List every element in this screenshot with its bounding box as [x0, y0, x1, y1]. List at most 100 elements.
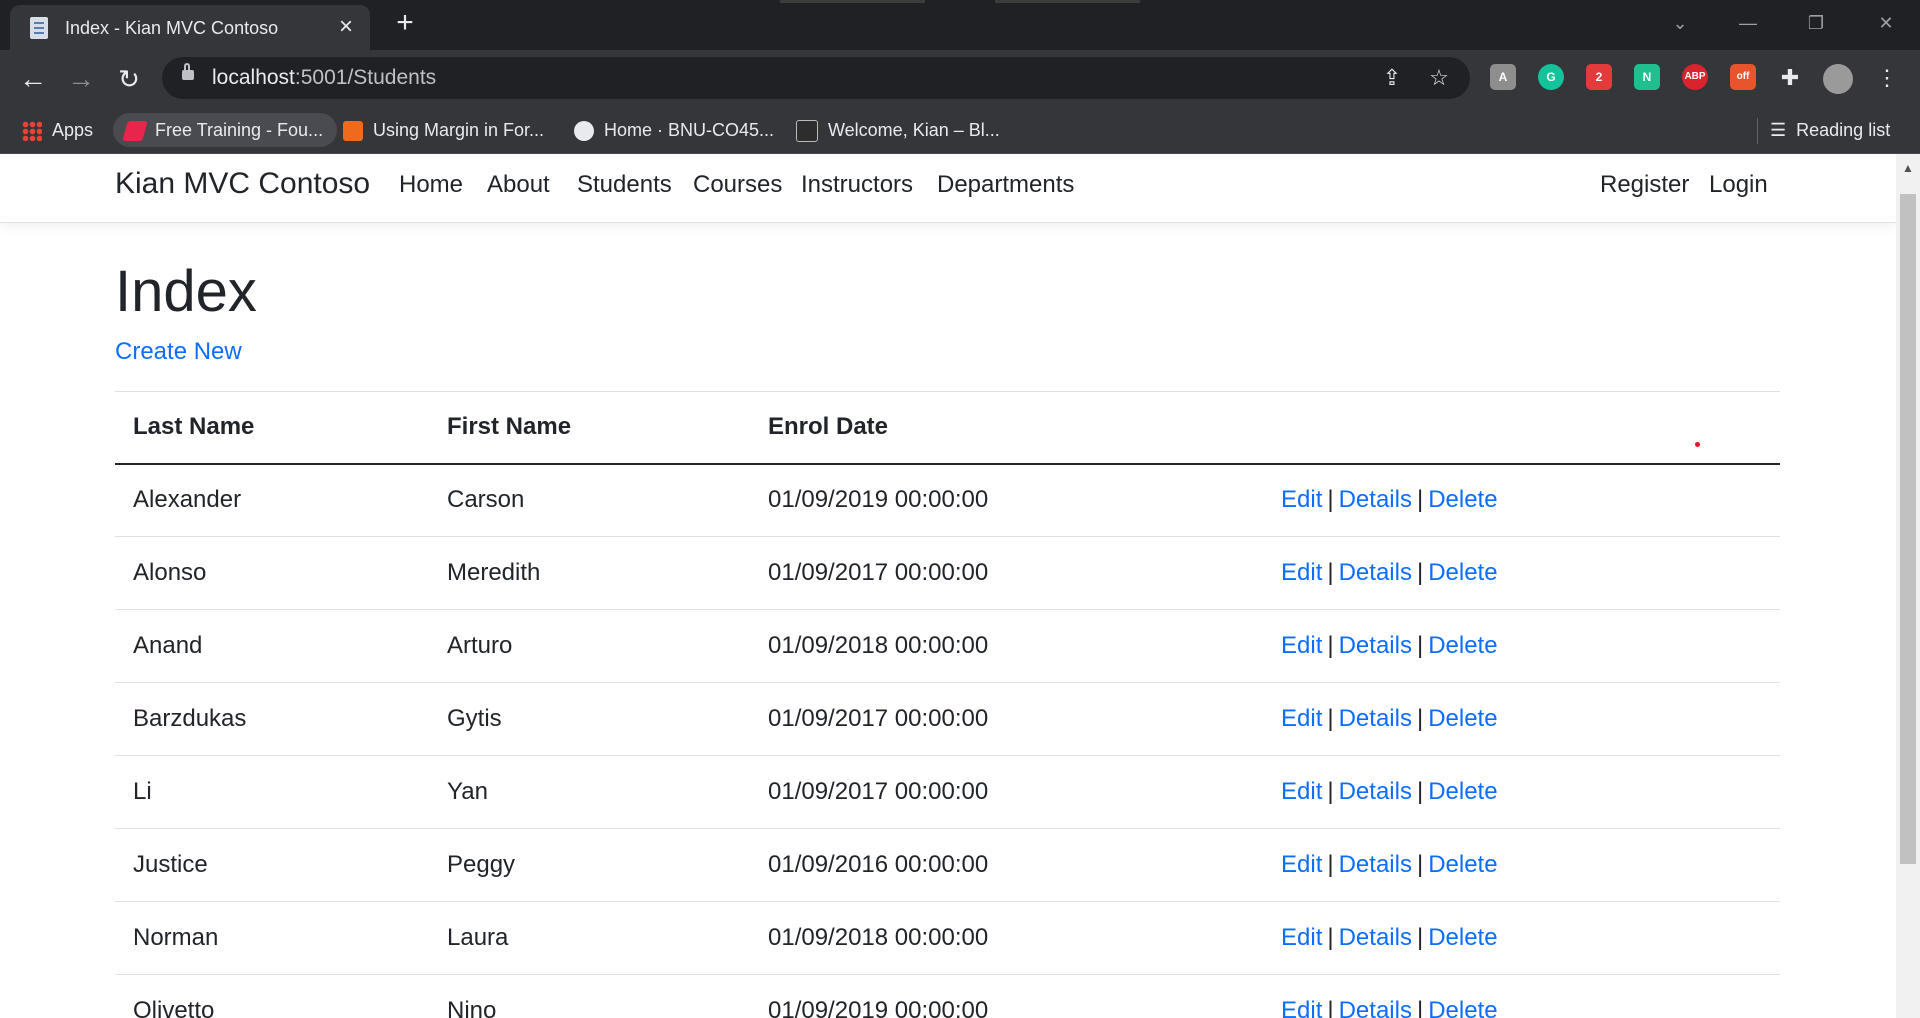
- action-separator: |: [1416, 632, 1424, 659]
- browser-tab-active[interactable]: Index - Kian MVC Contoso ×: [10, 5, 370, 50]
- nav-about[interactable]: About: [487, 166, 550, 204]
- cell-first-name: Arturo: [429, 609, 750, 683]
- create-new-link[interactable]: Create New: [115, 333, 242, 371]
- nav-departments[interactable]: Departments: [937, 166, 1074, 204]
- details-link[interactable]: Details: [1339, 705, 1412, 732]
- url-path: :5001/Students: [294, 66, 437, 89]
- cell-first-name: Yan: [429, 755, 750, 829]
- edit-link[interactable]: Edit: [1281, 778, 1322, 805]
- details-link[interactable]: Details: [1339, 559, 1412, 586]
- nav-instructors[interactable]: Instructors: [801, 166, 913, 204]
- delete-link[interactable]: Delete: [1428, 778, 1497, 805]
- minimize-icon[interactable]: —: [1728, 8, 1768, 38]
- action-separator: |: [1416, 559, 1424, 586]
- action-separator: |: [1416, 997, 1424, 1018]
- adblock-plus-icon[interactable]: ABP: [1682, 64, 1708, 90]
- action-separator: |: [1327, 559, 1334, 586]
- edit-link[interactable]: Edit: [1281, 705, 1322, 732]
- apps-grid-icon: [22, 121, 42, 142]
- nav-register[interactable]: Register: [1600, 166, 1689, 204]
- delete-link[interactable]: Delete: [1428, 997, 1497, 1018]
- bookmarks-bar: Apps Free Training - Fou... Using Margin…: [0, 106, 1920, 154]
- cell-last-name: Anand: [115, 609, 429, 683]
- scrollbar-thumb[interactable]: [1900, 194, 1916, 864]
- back-icon[interactable]: ←: [16, 62, 50, 96]
- address-bar[interactable]: localhost:5001/Students ⇪ ☆: [162, 57, 1470, 99]
- edit-link[interactable]: Edit: [1281, 924, 1322, 951]
- cell-first-name: Laura: [429, 901, 750, 975]
- nav-courses[interactable]: Courses: [693, 166, 782, 204]
- hidden-tab-indicator: [995, 0, 1140, 3]
- details-link[interactable]: Details: [1339, 778, 1412, 805]
- bookmark-free-training[interactable]: Free Training - Fou...: [113, 113, 338, 147]
- profile-avatar[interactable]: [1823, 64, 1853, 94]
- cell-enrol-date: 01/09/2017 00:00:00: [750, 536, 1263, 610]
- edit-link[interactable]: Edit: [1281, 997, 1322, 1018]
- edit-link[interactable]: Edit: [1281, 486, 1322, 513]
- forward-icon[interactable]: →: [64, 62, 98, 96]
- off-extension-icon[interactable]: off: [1730, 64, 1756, 90]
- details-link[interactable]: Details: [1339, 486, 1412, 513]
- cell-last-name: Barzdukas: [115, 682, 429, 756]
- delete-link[interactable]: Delete: [1428, 705, 1497, 732]
- browser-menu-icon[interactable]: ⋮: [1872, 63, 1902, 93]
- training-favicon-icon: [122, 121, 148, 142]
- action-separator: |: [1416, 778, 1424, 805]
- tab-close-icon[interactable]: ×: [333, 14, 359, 40]
- edit-link[interactable]: Edit: [1281, 559, 1322, 586]
- delete-link[interactable]: Delete: [1428, 851, 1497, 878]
- nav-home[interactable]: Home: [399, 166, 463, 204]
- details-link[interactable]: Details: [1339, 997, 1412, 1018]
- details-link[interactable]: Details: [1339, 924, 1412, 951]
- cell-last-name: Alexander: [115, 463, 429, 537]
- bookmark-using-margin[interactable]: Using Margin in For...: [343, 113, 544, 147]
- delete-link[interactable]: Delete: [1428, 486, 1497, 513]
- reading-list-button[interactable]: ☰ Reading list: [1770, 113, 1890, 147]
- github-icon: [574, 121, 594, 142]
- tab-extension-icon[interactable]: 2: [1586, 64, 1612, 90]
- table-header-row: Last Name First Name Enrol Date: [115, 391, 1780, 465]
- edit-link[interactable]: Edit: [1281, 632, 1322, 659]
- notion-clipper-icon[interactable]: N: [1634, 64, 1660, 90]
- font-extension-icon[interactable]: A: [1490, 64, 1516, 90]
- nav-students[interactable]: Students: [577, 166, 672, 204]
- bookmark-github-home[interactable]: Home · BNU-CO45...: [574, 113, 774, 147]
- tab-search-icon[interactable]: ⌄: [1660, 8, 1700, 38]
- site-brand[interactable]: Kian MVC Contoso: [115, 162, 370, 206]
- edit-link[interactable]: Edit: [1281, 851, 1322, 878]
- blackboard-icon: [796, 120, 818, 143]
- restore-icon[interactable]: ❐: [1796, 8, 1836, 38]
- share-icon[interactable]: ⇪: [1377, 63, 1407, 93]
- table-row: Alonso Meredith 01/09/2017 00:00:00 Edit | De…: [115, 536, 1780, 610]
- close-window-icon[interactable]: ✕: [1866, 8, 1906, 38]
- table-row: Norman Laura 01/09/2018 00:00:00 Edit | Detai…: [115, 901, 1780, 975]
- extensions-puzzle-icon[interactable]: ✚: [1775, 63, 1805, 93]
- new-tab-icon[interactable]: +: [392, 8, 418, 38]
- cell-last-name: Justice: [115, 828, 429, 902]
- details-link[interactable]: Details: [1339, 851, 1412, 878]
- cell-last-name: Olivetto: [115, 974, 429, 1018]
- bookmark-blackboard[interactable]: Welcome, Kian – Bl...: [796, 113, 1000, 147]
- action-separator: |: [1327, 778, 1334, 805]
- grammarly-icon[interactable]: G: [1538, 64, 1564, 90]
- cell-actions: Edit | Details | Delete: [1263, 536, 1780, 610]
- details-link[interactable]: Details: [1339, 632, 1412, 659]
- bookmark-star-icon[interactable]: ☆: [1424, 63, 1454, 93]
- action-separator: |: [1416, 851, 1424, 878]
- page-scrollbar[interactable]: ▲: [1896, 154, 1920, 1018]
- url-text[interactable]: localhost:5001/Students: [212, 66, 436, 90]
- delete-link[interactable]: Delete: [1428, 632, 1497, 659]
- delete-link[interactable]: Delete: [1428, 559, 1497, 586]
- column-header-actions: [1263, 391, 1780, 465]
- table-row: Olivetto Nino 01/09/2019 00:00:00 Edit | Deta…: [115, 974, 1780, 1018]
- bookmark-apps[interactable]: Apps: [22, 113, 93, 147]
- nav-login[interactable]: Login: [1709, 166, 1768, 204]
- column-header-last-name: Last Name: [115, 391, 429, 465]
- delete-link[interactable]: Delete: [1428, 924, 1497, 951]
- cell-enrol-date: 01/09/2018 00:00:00: [750, 609, 1263, 683]
- cell-enrol-date: 01/09/2019 00:00:00: [750, 463, 1263, 537]
- scroll-up-arrow-icon[interactable]: ▲: [1896, 160, 1920, 176]
- cell-last-name: Li: [115, 755, 429, 829]
- reload-icon[interactable]: ↻: [112, 62, 146, 96]
- action-separator: |: [1416, 486, 1424, 514]
